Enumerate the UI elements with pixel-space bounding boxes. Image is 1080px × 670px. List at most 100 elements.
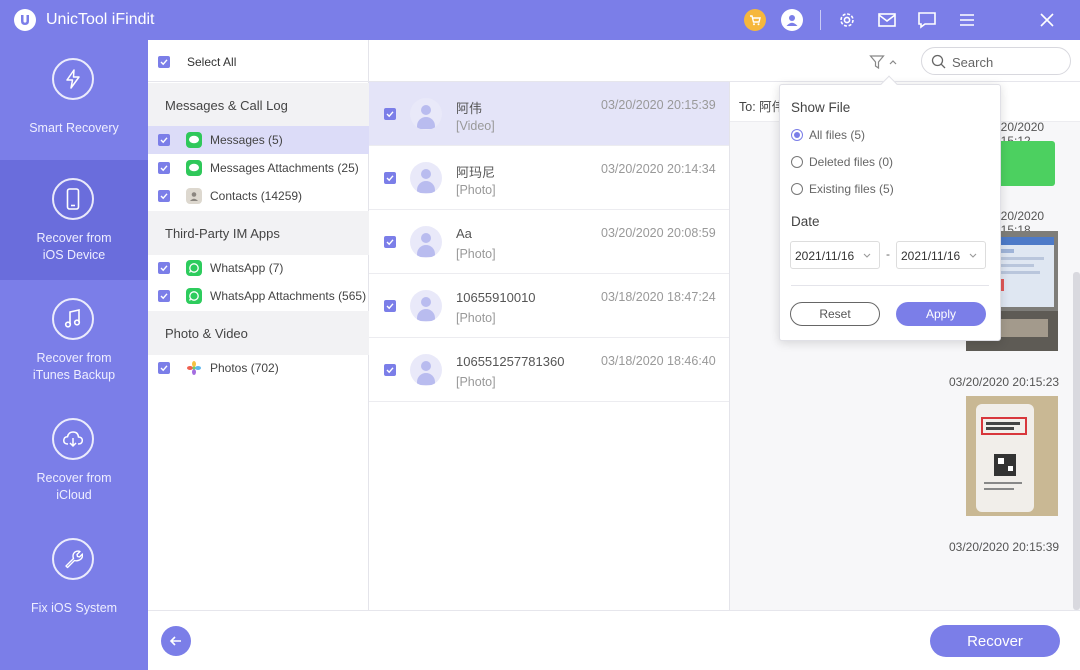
user-icon[interactable] — [781, 9, 803, 31]
category-checkbox[interactable] — [158, 262, 170, 274]
avatar-icon — [410, 226, 442, 258]
detail-timestamp: 03/20/2020 20:15:23 — [949, 375, 1060, 389]
category-contacts[interactable]: Contacts (14259) — [148, 182, 369, 210]
category-messages-attachments[interactable]: Messages Attachments (25) — [148, 154, 369, 182]
mail-icon[interactable] — [876, 9, 898, 31]
filter-popover: Show File All files (5) Deleted files (0… — [779, 75, 1001, 341]
back-arrow-icon — [169, 636, 181, 646]
nav-label-line1: Recover from — [36, 351, 112, 365]
search-icon — [931, 54, 946, 69]
nav-smart-recovery[interactable]: Smart Recovery — [0, 40, 148, 160]
category-checkbox[interactable] — [158, 134, 170, 146]
category-photos[interactable]: Photos (702) — [148, 354, 369, 382]
date-to-value: 2021/11/16 — [901, 249, 961, 263]
category-checkbox[interactable] — [158, 162, 170, 174]
menu-icon[interactable] — [956, 9, 978, 31]
titlebar-separator — [820, 10, 821, 30]
message-checkbox[interactable] — [384, 300, 396, 312]
list-toolbar — [369, 40, 1080, 82]
group-header-third-party-im: Third-Party IM Apps — [148, 211, 369, 255]
radio-deleted-files[interactable] — [791, 156, 803, 168]
nav-recover-itunes-backup[interactable]: Recover from iTunes Backup — [0, 280, 148, 400]
recover-button[interactable]: Recover — [930, 625, 1060, 657]
message-checkbox[interactable] — [384, 236, 396, 248]
app-title: UnicTool iFindit — [46, 11, 155, 28]
popover-divider — [791, 285, 989, 286]
message-checkbox[interactable] — [384, 108, 396, 120]
filter-button[interactable] — [869, 53, 905, 71]
message-checkbox[interactable] — [384, 364, 396, 376]
back-button[interactable] — [161, 626, 191, 656]
gear-icon[interactable] — [836, 9, 858, 31]
date-from-select[interactable]: 2021/11/16 — [790, 241, 880, 269]
search-input[interactable] — [952, 52, 1062, 72]
category-label: Messages (5) — [210, 133, 283, 147]
close-icon[interactable] — [1036, 9, 1058, 31]
avatar-icon — [410, 162, 442, 194]
category-whatsapp-attachments[interactable]: WhatsApp Attachments (565) — [148, 282, 369, 310]
apply-button[interactable]: Apply — [896, 302, 986, 326]
category-checkbox[interactable] — [158, 190, 170, 202]
contacts-icon — [186, 188, 202, 204]
message-type: [Photo] — [456, 375, 496, 389]
nav-fix-ios-system[interactable]: Fix iOS System — [0, 520, 148, 640]
nav-label: Recover from iOS Device — [0, 230, 148, 264]
message-type: [Photo] — [456, 247, 496, 261]
radio-all-files[interactable] — [791, 129, 803, 141]
contact-name: 106551257781360 — [456, 354, 565, 369]
select-all-checkbox[interactable] — [158, 56, 170, 68]
nav-recover-icloud[interactable]: Recover from iCloud — [0, 400, 148, 520]
search-box[interactable] — [921, 47, 1071, 75]
attachment-icon — [186, 160, 202, 176]
whatsapp-icon — [186, 260, 202, 276]
nav-label-line1: Recover from — [36, 471, 112, 485]
chevron-down-icon — [863, 253, 871, 258]
group-title: Third-Party IM Apps — [165, 226, 280, 241]
video-message-bubble[interactable] — [998, 141, 1055, 186]
reset-button[interactable]: Reset — [790, 302, 880, 326]
date-title: Date — [791, 214, 820, 229]
contact-name: 阿伟 — [456, 101, 483, 116]
radio-label: Deleted files (0) — [809, 155, 894, 169]
sidebar-nav: Smart Recovery Recover from iOS Device R… — [0, 40, 148, 670]
category-messages[interactable]: Messages (5) — [148, 126, 369, 154]
nav-label-line1: Recover from — [36, 231, 112, 245]
date-to-select[interactable]: 2021/11/16 — [896, 241, 986, 269]
message-row[interactable]: 阿伟 [Video] 03/20/2020 20:15:39 — [369, 82, 729, 146]
avatar-icon — [410, 290, 442, 322]
category-label: WhatsApp (7) — [210, 261, 284, 275]
message-time: 03/18/2020 18:47:24 — [601, 290, 716, 304]
filter-icon — [869, 55, 885, 70]
wrench-icon — [52, 538, 94, 580]
radio-existing-files[interactable] — [791, 183, 803, 195]
message-row[interactable]: Aa [Photo] 03/20/2020 20:08:59 — [369, 210, 729, 274]
category-label: Contacts (14259) — [210, 189, 303, 203]
photo-attachment[interactable] — [966, 396, 1058, 516]
message-row[interactable]: 阿玛尼 [Photo] 03/20/2020 20:14:34 — [369, 146, 729, 210]
message-row[interactable]: 10655910010 [Photo] 03/18/2020 18:47:24 — [369, 274, 729, 338]
select-all-label: Select All — [187, 55, 237, 69]
message-row[interactable]: 106551257781360 [Photo] 03/18/2020 18:46… — [369, 338, 729, 402]
message-time: 03/20/2020 20:14:34 — [601, 162, 716, 176]
avatar-icon — [410, 98, 442, 130]
category-checkbox[interactable] — [158, 290, 170, 302]
category-checkbox[interactable] — [158, 362, 170, 374]
category-whatsapp[interactable]: WhatsApp (7) — [148, 254, 369, 282]
feedback-icon[interactable] — [916, 9, 938, 31]
contact-name: Aa — [456, 226, 472, 241]
detail-scrollbar[interactable] — [1073, 272, 1080, 610]
nav-label: Recover from iTunes Backup — [0, 350, 148, 384]
title-bar: UnicTool iFindit — [0, 0, 1080, 40]
category-label: Messages Attachments (25) — [210, 161, 359, 175]
select-all-row[interactable]: Select All — [148, 40, 369, 82]
radio-label: Existing files (5) — [809, 182, 894, 196]
group-title: Messages & Call Log — [165, 98, 288, 113]
radio-label: All files (5) — [809, 128, 866, 142]
contact-name: 阿玛尼 — [456, 165, 496, 180]
cart-icon[interactable] — [744, 9, 766, 31]
nav-label-line2: iCloud — [56, 488, 92, 502]
message-checkbox[interactable] — [384, 172, 396, 184]
date-separator: - — [886, 247, 890, 261]
nav-recover-ios-device[interactable]: Recover from iOS Device — [0, 160, 148, 280]
message-time: 03/20/2020 20:08:59 — [601, 226, 716, 240]
